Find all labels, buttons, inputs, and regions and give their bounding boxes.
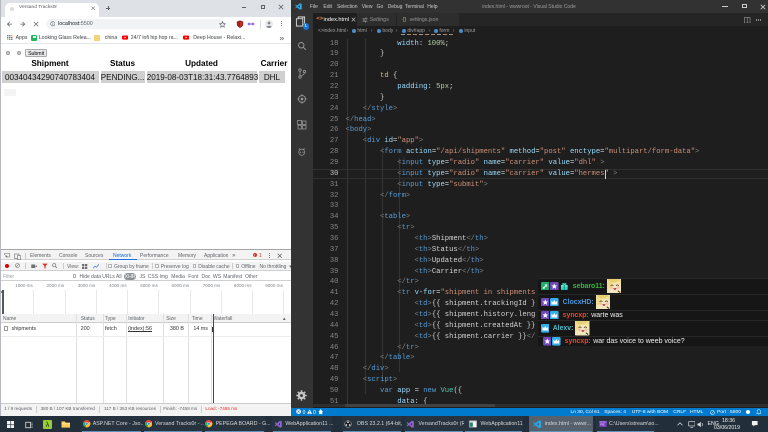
svg-text:PS: PS xyxy=(600,423,604,427)
